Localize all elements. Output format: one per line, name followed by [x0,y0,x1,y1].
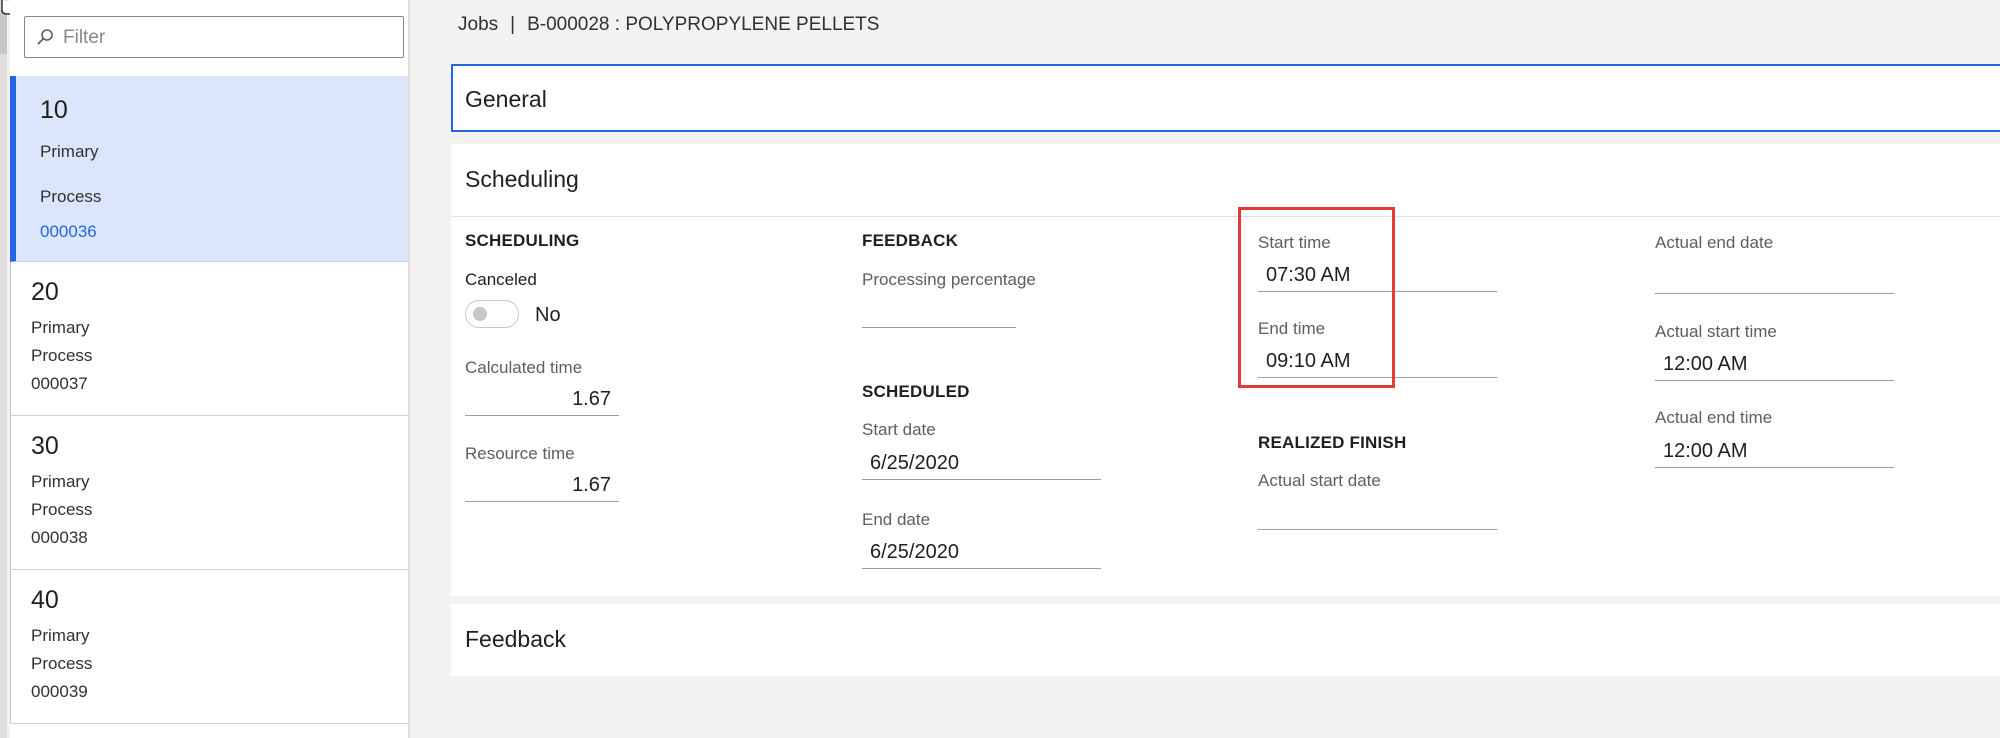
outer-scrollbar[interactable] [0,0,7,738]
actual-end-time-field[interactable]: 12:00 AM [1655,434,1894,468]
job-category: Process [31,500,93,519]
canceled-label: Canceled [465,270,537,289]
actual-start-time-label: Actual start time [1655,322,1777,341]
jobs-list: 10 Primary Process 000036 20 Primary Pro… [10,76,408,724]
job-type: Primary [31,626,90,645]
list-item-job-10[interactable]: 10 Primary Process 000036 [10,76,408,262]
job-category: Process [31,346,93,365]
list-item-job-30[interactable]: 30 Primary Process 000038 [10,416,408,570]
actual-end-time-value: 12:00 AM [1663,440,1748,462]
breadcrumb-current: B-000028 : POLYPROPYLENE PELLETS [527,14,880,35]
job-number: 20 [31,278,59,306]
end-date-label: End date [862,510,931,529]
resource-time-value: 1.67 [572,474,611,496]
actual-end-date-label: Actual end date [1655,233,1774,252]
job-id: 000038 [31,528,88,547]
breadcrumb-separator: | [510,14,516,35]
end-date-value: 6/25/2020 [870,541,959,563]
job-category: Process [40,187,102,206]
end-date-field[interactable]: 6/25/2020 [862,535,1101,569]
calculated-time-label: Calculated time [465,358,583,377]
job-type: Primary [31,472,90,491]
job-id: 000037 [31,374,88,393]
resource-time-field[interactable]: 1.67 [465,468,619,502]
toggle-knob [473,307,487,321]
scheduling-fasttab-title: Scheduling [465,166,579,192]
scheduling-group-heading: SCHEDULING [465,231,580,250]
processing-percentage-field[interactable] [862,294,1016,328]
canceled-toggle[interactable] [465,300,519,328]
scheduling-fasttab: Scheduling SCHEDULING Canceled No Calcul… [451,144,2000,596]
realized-finish-group-heading: REALIZED FINISH [1258,433,1407,452]
scheduled-group-heading: SCHEDULED [862,382,970,401]
calculated-time-value: 1.67 [572,388,611,410]
highlight-annotation-box [1238,207,1395,388]
start-date-value: 6/25/2020 [870,452,959,474]
job-details-pane: Jobs | B-000028 : POLYPROPYLENE PELLETS Ge… [410,0,2000,738]
outer-scrollbar-area [0,0,10,738]
feedback-group-heading: FEEDBACK [862,231,959,250]
scheduling-fasttab-header[interactable]: Scheduling [451,144,2000,217]
search-icon [37,29,53,45]
feedback-fasttab[interactable]: Feedback [451,604,2000,676]
filter-input[interactable] [61,23,395,53]
filter-box[interactable] [24,16,404,58]
actual-end-date-field[interactable] [1655,260,1894,294]
actual-start-time-value: 12:00 AM [1663,353,1748,375]
job-number: 30 [31,432,59,460]
general-fasttab[interactable]: General [451,64,2000,132]
outer-scrollbar-thumb[interactable] [0,10,7,54]
list-item-job-20[interactable]: 20 Primary Process 000037 [10,262,408,416]
feedback-fasttab-title: Feedback [465,626,567,652]
job-id: 000039 [31,682,88,701]
actual-start-date-field[interactable] [1258,496,1497,530]
actual-start-time-field[interactable]: 12:00 AM [1655,347,1894,381]
general-fasttab-title: General [465,86,547,112]
start-date-field[interactable]: 6/25/2020 [862,446,1101,480]
job-number: 10 [40,96,68,124]
actual-end-time-label: Actual end time [1655,408,1773,427]
processing-percentage-label: Processing percentage [862,270,1036,289]
breadcrumb: Jobs | B-000028 : POLYPROPYLENE PELLETS [458,14,879,36]
job-type: Primary [31,318,90,337]
list-item-job-40[interactable]: 40 Primary Process 000039 [10,570,408,724]
breadcrumb-root[interactable]: Jobs [458,14,498,35]
start-date-label: Start date [862,420,936,439]
calculated-time-field[interactable]: 1.67 [465,382,619,416]
job-number: 40 [31,586,59,614]
canceled-value: No [535,304,561,326]
job-type: Primary [40,142,99,161]
actual-start-date-label: Actual start date [1258,471,1381,490]
resource-time-label: Resource time [465,444,575,463]
jobs-list-pane: 10 Primary Process 000036 20 Primary Pro… [10,0,410,738]
job-category: Process [31,654,93,673]
job-id-link[interactable]: 000036 [40,222,97,242]
